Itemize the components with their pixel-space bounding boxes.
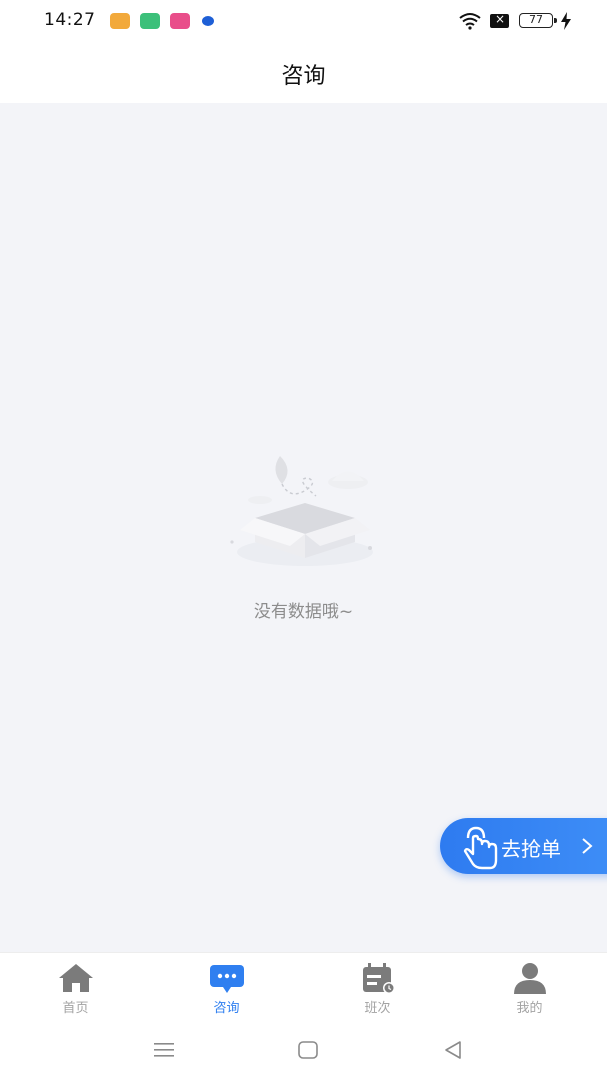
back-triangle-icon[interactable] (442, 1039, 464, 1061)
charging-icon (561, 12, 571, 30)
grab-order-label: 去抢单 (501, 837, 561, 861)
tab-label: 首页 (62, 1001, 89, 1016)
tab-consult[interactable]: 咨询 (151, 953, 302, 1023)
battery-icon: 77 (519, 13, 557, 28)
empty-box-illustration (230, 456, 373, 566)
chat-icon (210, 965, 244, 993)
app-notification-icon (170, 13, 190, 29)
app-notification-icon (202, 16, 214, 26)
menu-icon[interactable] (153, 1040, 175, 1060)
grab-order-button[interactable]: 去抢单 (440, 818, 607, 874)
wifi-icon (459, 13, 481, 30)
consult-list-area[interactable]: 没有数据哦~ 去抢单 (0, 103, 607, 952)
tab-label: 我的 (516, 1001, 543, 1016)
status-time: 14:27 (44, 10, 96, 30)
tab-label: 咨询 (213, 1001, 240, 1016)
tap-hand-icon (463, 826, 498, 870)
tab-shifts[interactable]: 班次 (302, 953, 453, 1023)
empty-state-message: 没有数据哦~ (253, 602, 354, 622)
calendar-icon (363, 963, 395, 994)
user-icon (514, 963, 546, 994)
app-notification-icon (110, 13, 130, 29)
app-notification-icon (140, 13, 160, 29)
sim-off-icon (490, 12, 509, 28)
home-icon (59, 964, 93, 992)
system-navigation-bar (0, 1022, 607, 1080)
status-bar: 14:27 77 (0, 0, 607, 44)
tab-label: 班次 (364, 1001, 391, 1016)
chevron-right-icon (582, 838, 593, 854)
tab-home[interactable]: 首页 (0, 953, 151, 1023)
tab-profile[interactable]: 我的 (454, 953, 605, 1023)
header: 咨询 (0, 44, 607, 103)
home-square-icon[interactable] (297, 1040, 319, 1060)
bottom-tab-bar: 首页 咨询 班次 我的 (0, 952, 607, 1023)
page-title: 咨询 (281, 64, 326, 89)
